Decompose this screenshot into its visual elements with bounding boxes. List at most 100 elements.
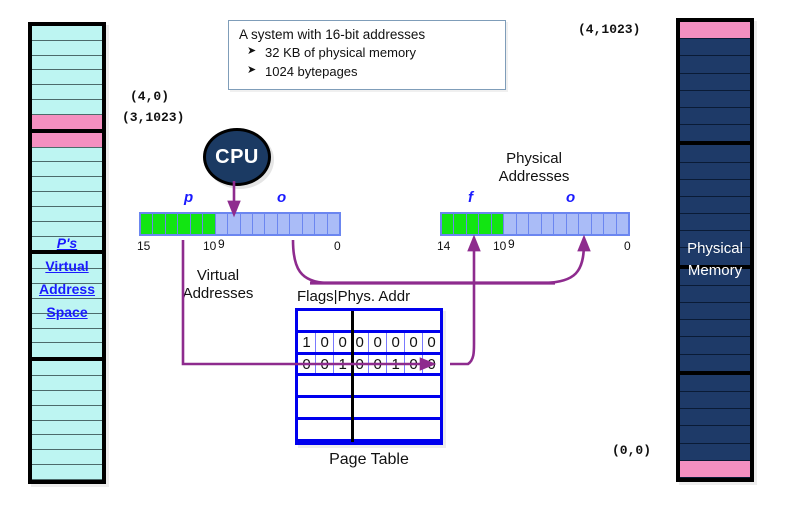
- page-table-addr-bit: 0: [369, 354, 388, 374]
- memory-cell: [680, 22, 750, 40]
- page-table-flags-group: [298, 398, 351, 417]
- address-bit-cell: [265, 214, 278, 234]
- physical-field-o-label: o: [566, 189, 576, 206]
- page-table-addr-bit: 0: [427, 333, 436, 351]
- memory-cell: [32, 177, 102, 193]
- page-table-flag-bit: [298, 420, 316, 439]
- virtual-bit-0: 0: [334, 239, 341, 253]
- memory-cell: [680, 214, 750, 232]
- page-table-flags-group: 100: [298, 332, 351, 352]
- page-table-addr-bit: 0: [387, 332, 406, 352]
- page-table-flags-group: [298, 311, 351, 330]
- memory-cell: [32, 298, 102, 314]
- address-bit-cell: [616, 214, 629, 234]
- address-bit-cell: [529, 214, 542, 234]
- page-table-addr-bit: 1: [387, 354, 406, 374]
- physical-bit-14: 14: [437, 239, 451, 253]
- coord-physical-bottom: (0,0): [612, 443, 652, 458]
- page-table-flags-group: [298, 376, 351, 395]
- memory-cell: [32, 132, 102, 148]
- page-table-addr-bit: [405, 398, 423, 417]
- address-bit-cell: [240, 214, 253, 234]
- page-table-flag-bit: [316, 376, 334, 395]
- page-table-addr-group: [351, 311, 440, 330]
- page-table-flag-bit: 1: [298, 332, 317, 352]
- address-bit-cell: [442, 214, 455, 234]
- info-bullet: 32 KB of physical memory: [247, 44, 495, 63]
- page-table-header: Flags|Phys. Addr: [297, 288, 411, 305]
- address-bit-cell: [516, 214, 530, 234]
- memory-cell: [680, 248, 750, 269]
- address-bit-cell: [541, 214, 555, 234]
- address-bit-cell: [302, 214, 316, 234]
- memory-cell: [32, 450, 102, 466]
- arrow-offset-curve-down: [291, 239, 328, 285]
- page-table-addr-group: 00100: [351, 354, 440, 374]
- address-bit-cell: [252, 214, 266, 234]
- memory-cell: [32, 221, 102, 237]
- virtual-addresses-heading: Virtual Addresses: [158, 267, 278, 303]
- page-table-addr-group: 00000: [351, 332, 440, 352]
- memory-cell: [680, 391, 750, 410]
- memory-cell: [680, 56, 750, 74]
- address-bit-cell: [190, 214, 204, 234]
- memory-cell: [680, 354, 750, 375]
- page-table-flag-bit: 0: [298, 354, 317, 374]
- page-table-row: [298, 376, 440, 399]
- memory-cell: [32, 40, 102, 56]
- address-bit-cell: [165, 214, 179, 234]
- physical-addresses-heading: Physical Addresses: [474, 150, 594, 186]
- page-table-addr-group: [351, 420, 440, 439]
- arrow-offset-to-physical-address: [544, 234, 591, 285]
- memory-cell: [680, 196, 750, 215]
- page-table-addr-bit: [387, 376, 405, 395]
- page-table-flag-bit: [298, 376, 316, 395]
- address-bit-cell: [466, 214, 480, 234]
- page-table-flag-bit: [316, 311, 334, 330]
- memory-cell: [680, 39, 750, 57]
- physical-address-bar: [440, 212, 630, 236]
- memory-cell: [32, 236, 102, 255]
- coord-physical-top: (4,1023): [578, 22, 641, 37]
- page-table-flag-bit: [316, 420, 334, 439]
- memory-cell: [32, 376, 102, 391]
- physical-bit-9: 9: [508, 237, 515, 251]
- page-table-addr-bit: [369, 311, 387, 330]
- address-bit-cell: [178, 214, 191, 234]
- memory-cell: [680, 125, 750, 146]
- memory-cell: [32, 192, 102, 207]
- address-bit-cell: [290, 214, 303, 234]
- memory-cell: [32, 390, 102, 406]
- memory-cell: [32, 361, 102, 377]
- memory-cell: [32, 420, 102, 436]
- virtual-addresses-line2: Addresses: [182, 285, 254, 302]
- virtual-addresses-line1: Virtual: [196, 267, 240, 284]
- page-table-row: 10000000: [298, 332, 440, 355]
- page-table-addr-bit: 0: [427, 355, 436, 373]
- page-table-addr-group: [351, 398, 440, 417]
- page-table-addr-bit: 0: [369, 332, 388, 352]
- system-info-box: A system with 16-bit addresses 32 KB of …: [228, 20, 506, 90]
- memory-cell: [680, 285, 750, 303]
- address-bit-cell: [604, 214, 617, 234]
- memory-cell: [32, 465, 102, 480]
- page-table-caption: Page Table: [329, 451, 409, 468]
- memory-cell: [680, 443, 750, 461]
- virtual-bit-10: 10: [203, 239, 217, 253]
- address-bit-cell: [153, 214, 166, 234]
- page-table-row: 00100100: [298, 354, 440, 377]
- page-table-row: [298, 420, 440, 442]
- memory-cell: [32, 70, 102, 86]
- memory-cell: [680, 145, 750, 163]
- page-table-addr-bit: [405, 420, 423, 439]
- page-table-addr-bit: [387, 420, 405, 439]
- page-table-addr-bit: [405, 311, 423, 330]
- physical-bit-10: 10: [493, 239, 507, 253]
- memory-cell: [32, 114, 102, 133]
- memory-cell: [32, 254, 102, 270]
- memory-cell: [32, 405, 102, 421]
- virtual-address-bar: [139, 212, 341, 236]
- address-bit-cell: [491, 214, 505, 234]
- memory-cell: [680, 426, 750, 444]
- address-bit-cell: [454, 214, 467, 234]
